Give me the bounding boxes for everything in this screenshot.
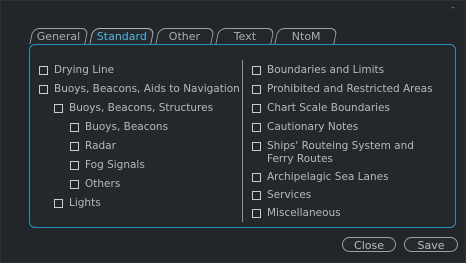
checkbox-buoys-beacons[interactable]: Buoys, Beacons <box>70 121 168 134</box>
checkbox-label: Miscellaneous <box>267 207 341 219</box>
checkbox-miscellaneous[interactable]: Miscellaneous <box>252 207 341 220</box>
column-divider <box>242 60 243 222</box>
checkbox-box[interactable] <box>70 180 79 189</box>
checkbox-label: Drying Line <box>54 64 115 76</box>
checkbox-ships-routeing[interactable]: Ships' Routeing System and Ferry Routes <box>252 140 432 166</box>
checkbox-archipelagic-sea-lanes[interactable]: Archipelagic Sea Lanes <box>252 171 389 184</box>
checkbox-cautionary-notes[interactable]: Cautionary Notes <box>252 121 358 134</box>
checkbox-box[interactable] <box>252 209 261 218</box>
checkbox-box[interactable] <box>252 104 261 113</box>
checkbox-box[interactable] <box>252 66 261 75</box>
checkbox-label: Buoys, Beacons <box>85 121 169 133</box>
tab-text[interactable]: Text <box>215 28 275 44</box>
checkbox-label: Radar <box>85 140 116 152</box>
checkbox-fog-signals[interactable]: Fog Signals <box>70 159 145 172</box>
checkbox-buoys-beacons-aids[interactable]: Buoys, Beacons, Aids to Navigation <box>39 83 240 96</box>
minimize-button[interactable]: – <box>447 3 459 13</box>
tab-standard[interactable]: Standard <box>89 28 155 44</box>
checkbox-drying-line[interactable]: Drying Line <box>39 64 114 77</box>
checkbox-label: Services <box>267 189 312 201</box>
checkbox-label: Buoys, Beacons, Structures <box>69 102 214 114</box>
checkbox-box[interactable] <box>70 161 79 170</box>
tab-other[interactable]: Other <box>155 28 215 44</box>
checkbox-box[interactable] <box>39 66 48 75</box>
checkbox-buoys-beacons-structures[interactable]: Buoys, Beacons, Structures <box>54 102 213 115</box>
checkbox-box[interactable] <box>70 123 79 132</box>
checkbox-label: Prohibited and Restricted Areas <box>267 83 433 95</box>
checkbox-box[interactable] <box>54 104 63 113</box>
checkbox-label: Buoys, Beacons, Aids to Navigation <box>54 83 240 95</box>
dialog-window: – General Standard Other Text NtoM Dryin… <box>0 0 466 263</box>
checkbox-boundaries-limits[interactable]: Boundaries and Limits <box>252 64 384 77</box>
checkbox-chart-scale-boundaries[interactable]: Chart Scale Boundaries <box>252 102 390 115</box>
tab-ntom[interactable]: NtoM <box>274 28 338 44</box>
close-button[interactable]: Close <box>342 237 396 252</box>
checkbox-lights[interactable]: Lights <box>54 197 101 210</box>
checkbox-box[interactable] <box>252 142 261 151</box>
save-button[interactable]: Save <box>404 237 458 252</box>
checkbox-label: Ships' Routeing System and Ferry Routes <box>267 140 414 165</box>
checkbox-prohibited-restricted[interactable]: Prohibited and Restricted Areas <box>252 83 433 96</box>
checkbox-radar[interactable]: Radar <box>70 140 116 153</box>
checkbox-label: Archipelagic Sea Lanes <box>267 171 389 183</box>
checkbox-label: Cautionary Notes <box>267 121 359 133</box>
checkbox-label: Lights <box>69 197 101 209</box>
checkbox-box[interactable] <box>252 173 261 182</box>
checkbox-box[interactable] <box>252 123 261 132</box>
tab-general[interactable]: General <box>29 28 89 44</box>
checkbox-others[interactable]: Others <box>70 178 120 191</box>
checkbox-box[interactable] <box>252 85 261 94</box>
checkbox-services[interactable]: Services <box>252 189 311 202</box>
checkbox-box[interactable] <box>252 191 261 200</box>
checkbox-label: Fog Signals <box>85 159 145 171</box>
checkbox-box[interactable] <box>54 199 63 208</box>
checkbox-label: Chart Scale Boundaries <box>267 102 390 114</box>
checkbox-label: Others <box>85 178 121 190</box>
checkbox-label: Boundaries and Limits <box>267 64 385 76</box>
checkbox-box[interactable] <box>70 142 79 151</box>
checkbox-box[interactable] <box>39 85 48 94</box>
